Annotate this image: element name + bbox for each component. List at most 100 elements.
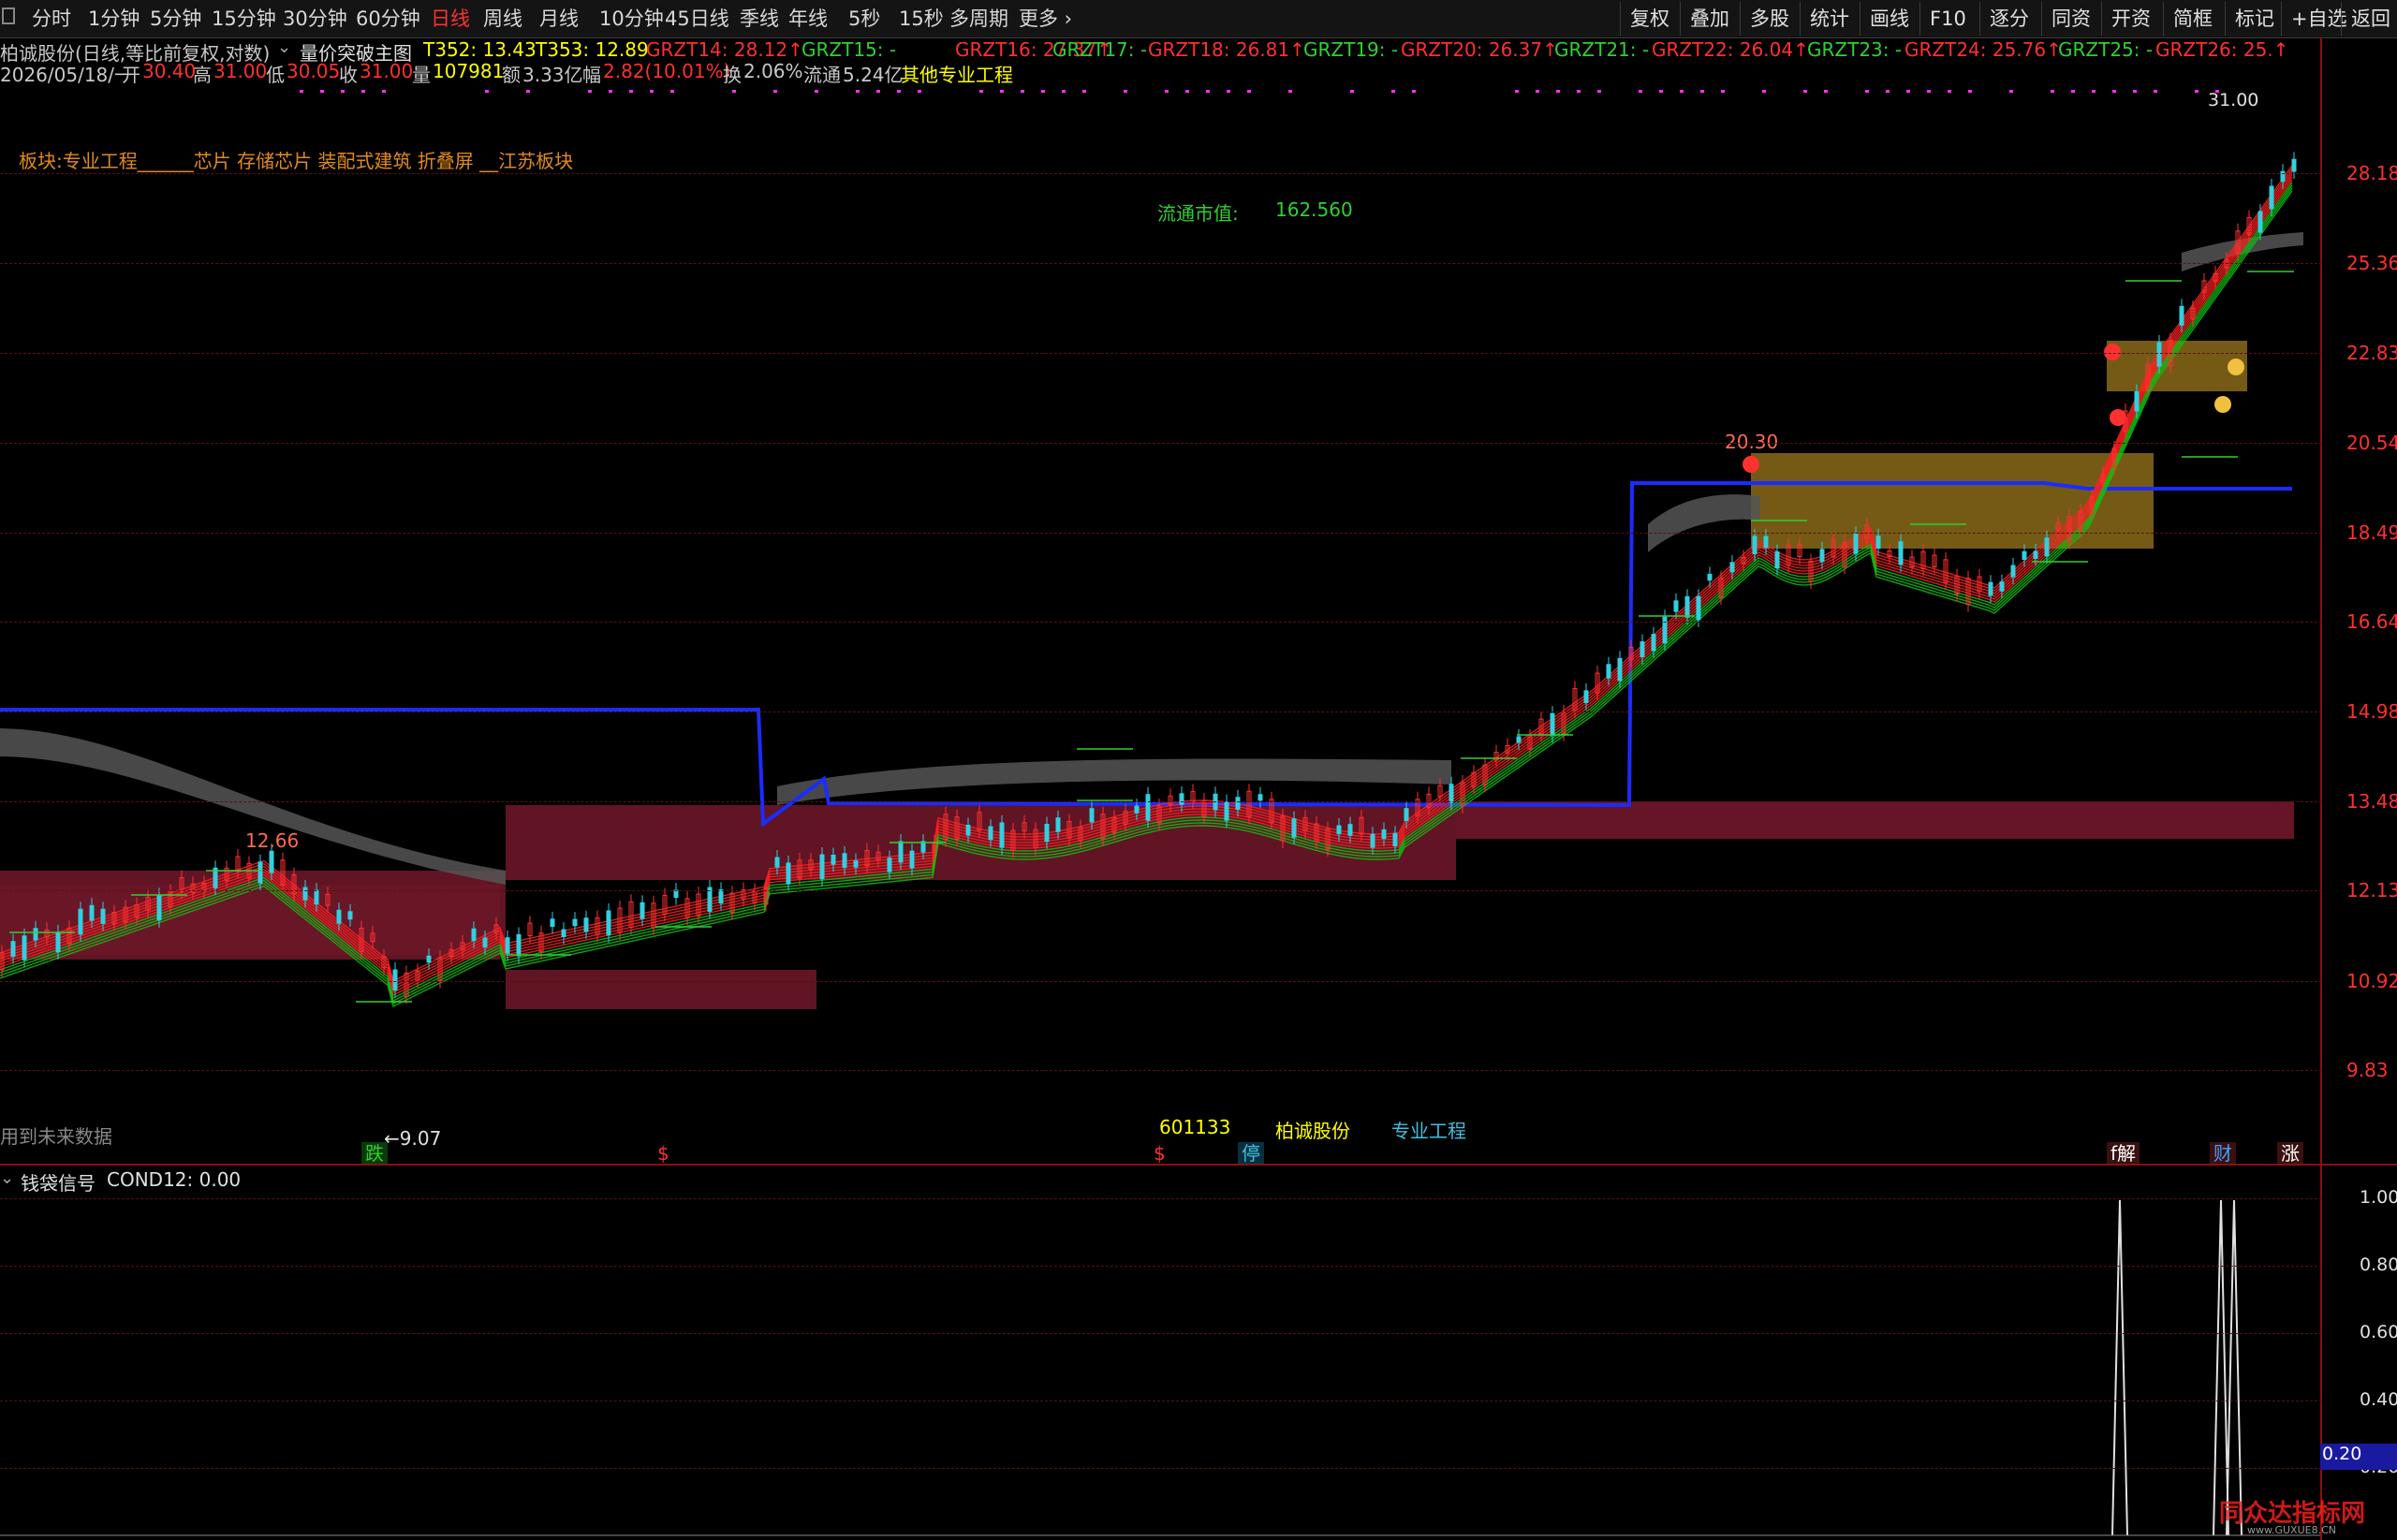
toolbar-button-10[interactable]: 标记 (2225, 2, 2284, 36)
toolbar-button-12[interactable]: 返回 (2341, 2, 2397, 36)
candle-body (426, 955, 432, 963)
event-badge-6[interactable]: 涨 (2277, 1142, 2303, 1165)
turnover-value: 2.06% (743, 60, 803, 82)
indicator-value-6: GRZT18: 26.81↑ (1148, 38, 1305, 61)
candle-body (336, 909, 342, 924)
close-value: 31.00 (360, 60, 414, 82)
gridline (0, 711, 2322, 712)
signal-dot (1700, 90, 1704, 93)
period-tab-2[interactable]: 5分钟 (150, 0, 201, 37)
toolbar-button-9[interactable]: 简框 (2163, 2, 2222, 36)
gridline (0, 981, 2322, 982)
candle-body (2291, 158, 2297, 172)
candle-body (1257, 794, 1263, 801)
signal-dot (1062, 90, 1066, 93)
toolbar-button-4[interactable]: 画线 (1860, 2, 1919, 36)
period-tab-7[interactable]: 周线 (483, 0, 522, 37)
volume-value: 107981 (433, 60, 505, 82)
indicator-value-0: T352: 13.43 (423, 38, 537, 61)
event-badge-4[interactable]: f解 (2107, 1142, 2140, 1165)
indicator-menu-icon[interactable]: ⌄ (277, 37, 291, 57)
signal-dot (1041, 90, 1045, 93)
period-tab-12[interactable]: 年线 (788, 0, 828, 37)
signal-circle (1743, 456, 1759, 473)
event-badge-3[interactable]: 停 (1238, 1142, 1264, 1165)
indicator-value-1: T353: 12.89 (536, 38, 649, 61)
signal-chart[interactable] (0, 1166, 2320, 1540)
period-tab-4[interactable]: 30分钟 (283, 0, 347, 37)
candle-body (988, 826, 993, 841)
period-tab-11[interactable]: 季线 (740, 0, 779, 37)
period-tab-14[interactable]: 15秒 (899, 0, 944, 37)
toolbar-button-6[interactable]: 逐分 (1979, 2, 2038, 36)
signal-dot (2112, 90, 2116, 93)
y-tick-6: 14.98 (2346, 700, 2397, 723)
gridline (0, 353, 2322, 354)
candle-body (1988, 581, 1993, 596)
signal-dot (1556, 90, 1560, 93)
event-badge-5[interactable]: 财 (2210, 1142, 2236, 1165)
candle-body (2022, 550, 2027, 561)
period-tab-0[interactable]: 分时 (32, 0, 71, 37)
y-tick-3: 20.54 (2346, 432, 2397, 454)
signal-gridline (0, 1198, 2322, 1199)
signal-dot (1536, 90, 1539, 93)
candle-body (1898, 541, 1904, 565)
toolbar-button-2[interactable]: 多股 (1740, 2, 1799, 36)
candle-body (10, 941, 16, 957)
candle-body (606, 910, 611, 936)
period-tab-5[interactable]: 60分钟 (356, 0, 420, 37)
signal-dot (2092, 90, 2096, 93)
candle-body (1729, 562, 1735, 573)
event-badge-2[interactable]: $ (1150, 1142, 1169, 1165)
candle-body (2179, 305, 2184, 326)
y-tick-9: 10.92 (2346, 970, 2397, 992)
signal-dot (2154, 90, 2157, 93)
candle-body (1853, 533, 1859, 554)
period-tab-1[interactable]: 1分钟 (88, 0, 140, 37)
candle-body (1044, 823, 1050, 843)
signal-dot (732, 90, 736, 93)
candle-body (1392, 832, 1398, 846)
toolbar-button-8[interactable]: 开资 (2101, 2, 2160, 36)
period-tab-13[interactable]: 5秒 (848, 0, 880, 37)
candle-body (1752, 535, 1757, 554)
support-zone (0, 885, 500, 960)
period-tab-10[interactable]: 45日线 (665, 0, 729, 37)
period-tab-3[interactable]: 15分钟 (212, 0, 276, 37)
signal-dot (588, 90, 592, 93)
period-tab-15[interactable]: 多周期 (949, 0, 1008, 37)
candle-body (1291, 818, 1297, 838)
toolbar-button-1[interactable]: 叠加 (1680, 2, 1739, 36)
period-tab-9[interactable]: 10分钟 (599, 0, 664, 37)
candle-body (673, 889, 679, 899)
toolbar-button-0[interactable]: 复权 (1620, 2, 1679, 36)
candle-body (89, 904, 95, 921)
low-value: 30.05 (287, 60, 341, 82)
candle-body (572, 918, 578, 927)
annotation-low-mark: ←9.07 (384, 1127, 442, 1150)
grey-band (777, 758, 1451, 805)
signal-dot (485, 90, 489, 93)
event-badge-0[interactable]: 跌 (361, 1142, 388, 1165)
toolbar-button-3[interactable]: 统计 (1800, 2, 1859, 36)
signal-tick-1: 0.80 (2360, 1254, 2397, 1275)
period-tab-8[interactable]: 月线 (539, 0, 579, 37)
toolbar-button-7[interactable]: 同资 (2041, 2, 2100, 36)
annotation-high-left: 12.66 (245, 829, 300, 852)
candle-body (156, 894, 162, 921)
signal-dot (1124, 90, 1127, 93)
toolbar-button-5[interactable]: F10 (1919, 2, 1976, 36)
indicator-value-9: GRZT21: - (1554, 38, 1650, 61)
candle-body (887, 858, 892, 873)
candle-body (1999, 581, 2005, 592)
period-tab-16[interactable]: 更多 › (1019, 0, 1072, 37)
candle-body (2010, 565, 2016, 578)
period-tab-6[interactable]: 日线 (431, 0, 470, 37)
panel-toggle-icon[interactable] (2, 7, 15, 24)
event-badge-1[interactable]: $ (654, 1142, 673, 1165)
signal-dot (1803, 90, 1807, 93)
candle-body (561, 929, 566, 938)
candle-body (1404, 808, 1409, 822)
signal-dot (1206, 90, 1210, 93)
